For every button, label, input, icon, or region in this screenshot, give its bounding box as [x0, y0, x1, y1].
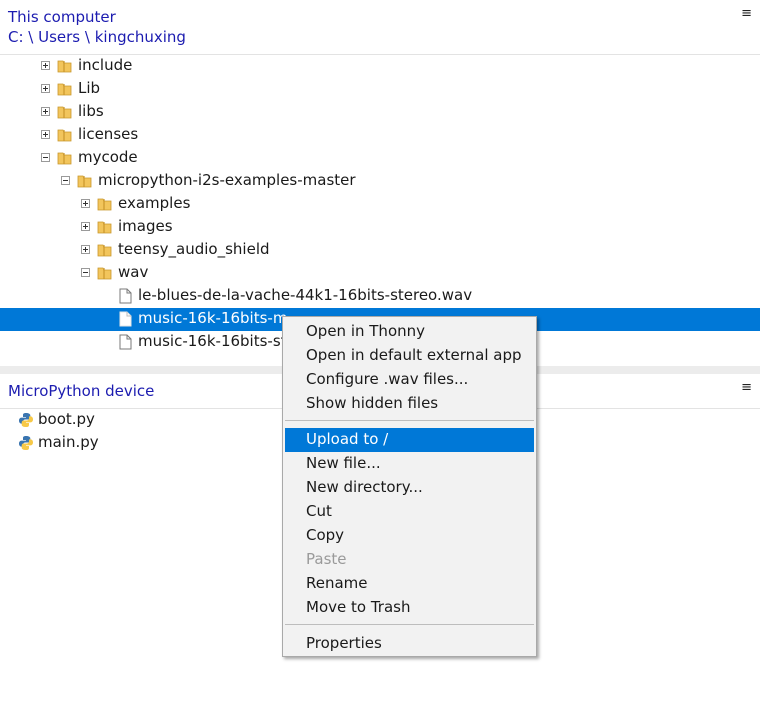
menu-item-new-directory[interactable]: New directory...	[285, 476, 534, 500]
panel-menu-icon[interactable]: ≡	[741, 380, 752, 395]
device-file-label: main.py	[38, 433, 99, 451]
menu-item-open-in-thonny[interactable]: Open in Thonny	[285, 320, 534, 344]
folder-icon	[57, 106, 72, 119]
menu-item-paste: Paste	[285, 548, 534, 572]
tree-item-micropython-i2s-examples-master[interactable]: micropython-i2s-examples-master	[0, 170, 760, 193]
breadcrumb[interactable]: C: \ Users \ kingchuxing	[8, 28, 186, 46]
tree-item-label: examples	[118, 194, 191, 212]
menu-item-label: Configure .wav files...	[306, 370, 469, 388]
context-menu: Open in Thonny Open in default external …	[282, 316, 537, 657]
folder-icon	[57, 152, 72, 165]
expand-icon[interactable]	[41, 84, 50, 93]
tree-item-lib[interactable]: Lib	[0, 78, 760, 101]
tree-item-images[interactable]: images	[0, 216, 760, 239]
tree-item-label: include	[78, 56, 133, 74]
menu-item-properties[interactable]: Properties	[285, 632, 534, 656]
menu-separator	[285, 420, 534, 421]
menu-item-label: New directory...	[306, 478, 423, 496]
folder-icon	[97, 244, 112, 257]
tree-item-label: libs	[78, 102, 104, 120]
tree-item-label: music-16k-16bits-m	[138, 309, 288, 327]
collapse-icon[interactable]	[61, 176, 70, 185]
menu-item-label: Rename	[306, 574, 368, 592]
menu-item-cut[interactable]: Cut	[285, 500, 534, 524]
menu-item-rename[interactable]: Rename	[285, 572, 534, 596]
device-file-label: boot.py	[38, 410, 95, 428]
tree-item-label: wav	[118, 263, 149, 281]
expand-icon[interactable]	[41, 107, 50, 116]
tree-item-wav[interactable]: wav	[0, 262, 760, 285]
expand-icon[interactable]	[81, 245, 90, 254]
folder-icon	[57, 60, 72, 73]
panel-title: This computer	[8, 8, 116, 26]
menu-item-configure-wav[interactable]: Configure .wav files...	[285, 368, 534, 392]
expand-icon[interactable]	[41, 130, 50, 139]
panel-title: MicroPython device	[8, 382, 155, 400]
menu-item-copy[interactable]: Copy	[285, 524, 534, 548]
menu-item-upload[interactable]: Upload to /	[285, 428, 534, 452]
menu-item-label: Move to Trash	[306, 598, 411, 616]
folder-icon	[97, 267, 112, 280]
menu-item-open-external[interactable]: Open in default external app	[285, 344, 534, 368]
folder-icon	[97, 221, 112, 234]
expand-icon[interactable]	[81, 222, 90, 231]
menu-item-label: Cut	[306, 502, 332, 520]
tree-item-label: images	[118, 217, 173, 235]
menu-item-label: Open in default external app	[306, 346, 522, 364]
menu-item-label: Copy	[306, 526, 345, 544]
tree-item-include[interactable]: include	[0, 55, 760, 78]
tree-item-label: le-blues-de-la-vache-44k1-16bits-stereo.…	[138, 286, 473, 304]
menu-item-show-hidden[interactable]: Show hidden files	[285, 392, 534, 416]
menu-item-label: New file...	[306, 454, 381, 472]
tree-item-label: music-16k-16bits-st	[138, 332, 287, 350]
expand-icon[interactable]	[81, 199, 90, 208]
tree-item-le-blues-wav[interactable]: le-blues-de-la-vache-44k1-16bits-stereo.…	[0, 285, 760, 308]
menu-item-new-file[interactable]: New file...	[285, 452, 534, 476]
tree-item-licenses[interactable]: licenses	[0, 124, 760, 147]
file-icon	[119, 311, 132, 327]
folder-icon	[97, 198, 112, 211]
menu-item-label: Open in Thonny	[306, 322, 426, 340]
file-icon	[119, 288, 132, 304]
tree-item-label: Lib	[78, 79, 101, 97]
file-icon	[119, 334, 132, 350]
collapse-icon[interactable]	[81, 268, 90, 277]
tree-item-label: licenses	[78, 125, 139, 143]
tree-item-label: mycode	[78, 148, 138, 166]
menu-item-label: Properties	[306, 634, 382, 652]
tree-item-label: teensy_audio_shield	[118, 240, 270, 258]
python-icon	[19, 413, 33, 427]
expand-icon[interactable]	[41, 61, 50, 70]
folder-icon	[57, 129, 72, 142]
menu-separator	[285, 624, 534, 625]
menu-item-label: Show hidden files	[306, 394, 439, 412]
tree-item-label: micropython-i2s-examples-master	[98, 171, 356, 189]
tree-item-teensy-audio-shield[interactable]: teensy_audio_shield	[0, 239, 760, 262]
collapse-icon[interactable]	[41, 153, 50, 162]
folder-icon	[77, 175, 92, 188]
menu-item-move-to-trash[interactable]: Move to Trash	[285, 596, 534, 620]
tree-item-examples[interactable]: examples	[0, 193, 760, 216]
tree-item-mycode[interactable]: mycode	[0, 147, 760, 170]
tree-item-libs[interactable]: libs	[0, 101, 760, 124]
folder-icon	[57, 83, 72, 96]
python-icon	[19, 436, 33, 450]
menu-item-label: Upload to /	[306, 430, 389, 448]
panel-menu-icon[interactable]: ≡	[741, 6, 752, 21]
menu-item-label: Paste	[306, 550, 347, 568]
